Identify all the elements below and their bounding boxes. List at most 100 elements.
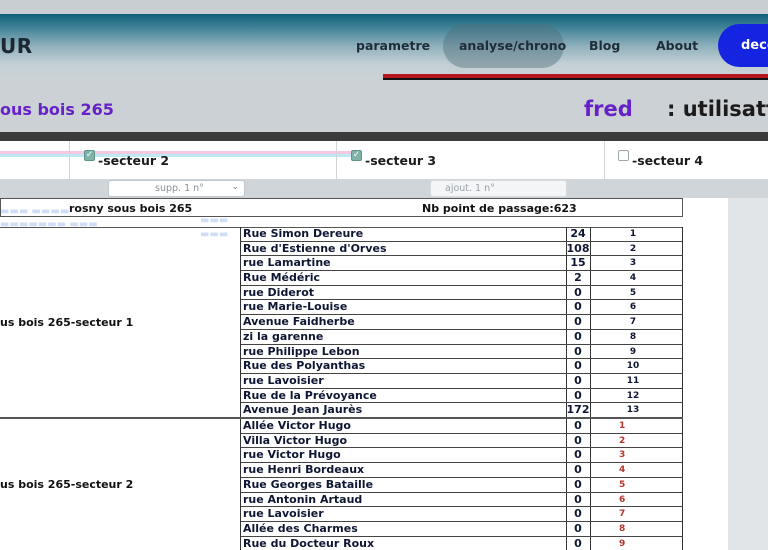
street-name: rue Lavoisier [243,373,324,387]
passage-count: 15 [570,256,586,270]
logout-button[interactable]: deco [718,24,768,67]
tab-label-secteur-3: -secteur 3 [365,153,437,168]
table-row[interactable]: rue Antonin Artaud 0 6 [241,493,682,508]
table-row[interactable]: Rue Médéric 2 4 [241,271,682,286]
top-strip [0,0,768,14]
sector-table: Rue Simon Dereure 24 1 Rue d'Estienne d'Orv… [240,227,683,419]
street-name: Villa Victor Hugo [243,433,348,447]
passage-count: 0 [574,536,582,550]
chevron-down-icon: ⌄ [231,182,239,192]
table-row[interactable]: Allée des Charmes 0 8 [241,522,682,537]
row-index: 10 [626,361,640,372]
table-row[interactable]: rue Lavoisier 0 11 [241,374,682,389]
row-index: 8 [629,331,637,342]
passage-count: 0 [574,521,582,535]
passage-count: 0 [574,448,582,462]
summary-points: Nb point de passage:623 [422,202,577,215]
table-row[interactable]: rue Lavoisier 0 7 [241,507,682,522]
passage-count: 0 [574,492,582,506]
passage-count: 0 [574,344,582,358]
street-name: Rue Georges Bataille [243,477,374,491]
street-name: rue Henri Bordeaux [243,463,365,477]
nav-blog[interactable]: Blog [589,38,620,53]
street-name: Rue du Docteur Roux [243,536,375,550]
checkbox-secteur-2[interactable]: ✓ [84,150,95,161]
nav-parametre[interactable]: parametre [356,38,430,53]
street-name: rue Diderot [243,285,315,299]
passage-count: 0 [574,300,582,314]
passage-count: 0 [574,433,582,447]
row-index: 9 [629,346,637,357]
street-name: Rue Simon Dereure [243,227,364,240]
remove-select-value: supp. 1 n° [155,183,204,194]
passage-count: 172 [566,403,590,417]
table-row[interactable]: Rue de la Prévoyance 0 12 [241,389,682,404]
street-name: Avenue Jean Jaurès [243,403,363,417]
street-name: rue Philippe Lebon [243,344,360,358]
row-index: 3 [629,258,637,269]
passage-count: 0 [574,359,582,373]
table-row[interactable]: rue Marie-Louise 0 6 [241,300,682,316]
row-index: 3 [619,450,626,461]
table-row[interactable]: Rue du Docteur Roux 0 9 [241,537,682,550]
tab-secteur-2[interactable]: ✓ -secteur 2 [70,141,337,179]
table-row[interactable]: Villa Victor Hugo 0 2 [241,434,682,449]
add-number-input[interactable]: ajout. 1 n° [430,180,567,197]
tab-secteur-3[interactable]: ✓ -secteur 3 [337,141,605,179]
tab-secteur-1[interactable] [0,141,70,179]
passage-count: 108 [566,241,590,255]
table-row[interactable]: rue Henri Bordeaux 0 4 [241,463,682,478]
street-name: rue Lamartine [243,256,331,270]
row-index: 5 [619,479,626,490]
passage-count: 0 [574,329,582,343]
table-row[interactable]: rue Philippe Lebon 0 9 [241,345,682,360]
row-index: 11 [626,375,640,386]
table-row[interactable]: Rue d'Estienne d'Orves 108 2 [241,242,682,257]
nav-about[interactable]: About [656,38,698,53]
passage-count: 0 [574,373,582,387]
passage-count: 0 [574,285,582,299]
street-name: rue Antonin Artaud [243,492,363,506]
summary-header: rosny sous bois 265 Nb point de passage:… [0,198,683,217]
checkbox-secteur-4[interactable] [618,150,629,161]
street-name: rue Victor Hugo [243,448,341,462]
nav-analyse-chrono[interactable]: analyse/chrono [459,38,566,53]
table-row[interactable]: Rue des Polyanthas 0 10 [241,359,682,374]
passage-count: 0 [574,388,582,402]
ghost-overlay-1: ▬▬▬ ▬▬▬▬ [0,206,70,217]
row-index: 13 [626,405,640,416]
logo[interactable]: UR [0,34,33,58]
street-name: Allée Victor Hugo [243,419,351,433]
row-index: 2 [629,243,637,254]
table-row[interactable]: zi la garenne 0 8 [241,330,682,345]
row-index: 4 [629,273,637,284]
table-row[interactable]: Rue Simon Dereure 24 1 [241,227,682,242]
table-row[interactable]: Avenue Faidherbe 0 7 [241,315,682,330]
row-index: 5 [629,287,637,298]
ghost-overlay-4: ▬▬▬ [200,229,229,240]
table-row[interactable]: rue Diderot 0 5 [241,286,682,301]
control-row: supp. 1 n° ⌄ ajout. 1 n° [0,179,768,198]
ghost-overlay-2: ▬▬▬▬▬▬▬ ▬▬▬ [0,219,98,230]
header: UR parametre analyse/chrono Blog About d… [0,14,768,80]
street-name: rue Lavoisier [243,507,324,521]
street-name: Rue des Polyanthas [243,359,366,373]
row-index: 12 [626,390,640,401]
sector-name: us bois 265-secteur 1 [0,315,134,329]
site-band [0,80,768,132]
table-row[interactable]: Allée Victor Hugo 0 1 [241,419,682,434]
row-index: 6 [619,494,626,505]
row-index: 9 [619,538,626,549]
row-index: 4 [619,465,626,476]
row-index: 8 [619,523,626,534]
remove-number-select[interactable]: supp. 1 n° ⌄ [108,180,245,197]
ghost-overlay-3: ▬▬▬ [200,215,229,226]
tab-secteur-4[interactable]: -secteur 4 [605,141,768,179]
checkbox-secteur-3[interactable]: ✓ [351,150,362,161]
user-label: : utilisatt [667,97,768,121]
table-row[interactable]: rue Victor Hugo 0 3 [241,448,682,464]
tab-label-secteur-2: -secteur 2 [98,153,170,168]
table-row[interactable]: rue Lamartine 15 3 [241,256,682,272]
table-row[interactable]: Avenue Jean Jaurès 172 13 [241,403,682,418]
table-row[interactable]: Rue Georges Bataille 0 5 [241,478,682,493]
